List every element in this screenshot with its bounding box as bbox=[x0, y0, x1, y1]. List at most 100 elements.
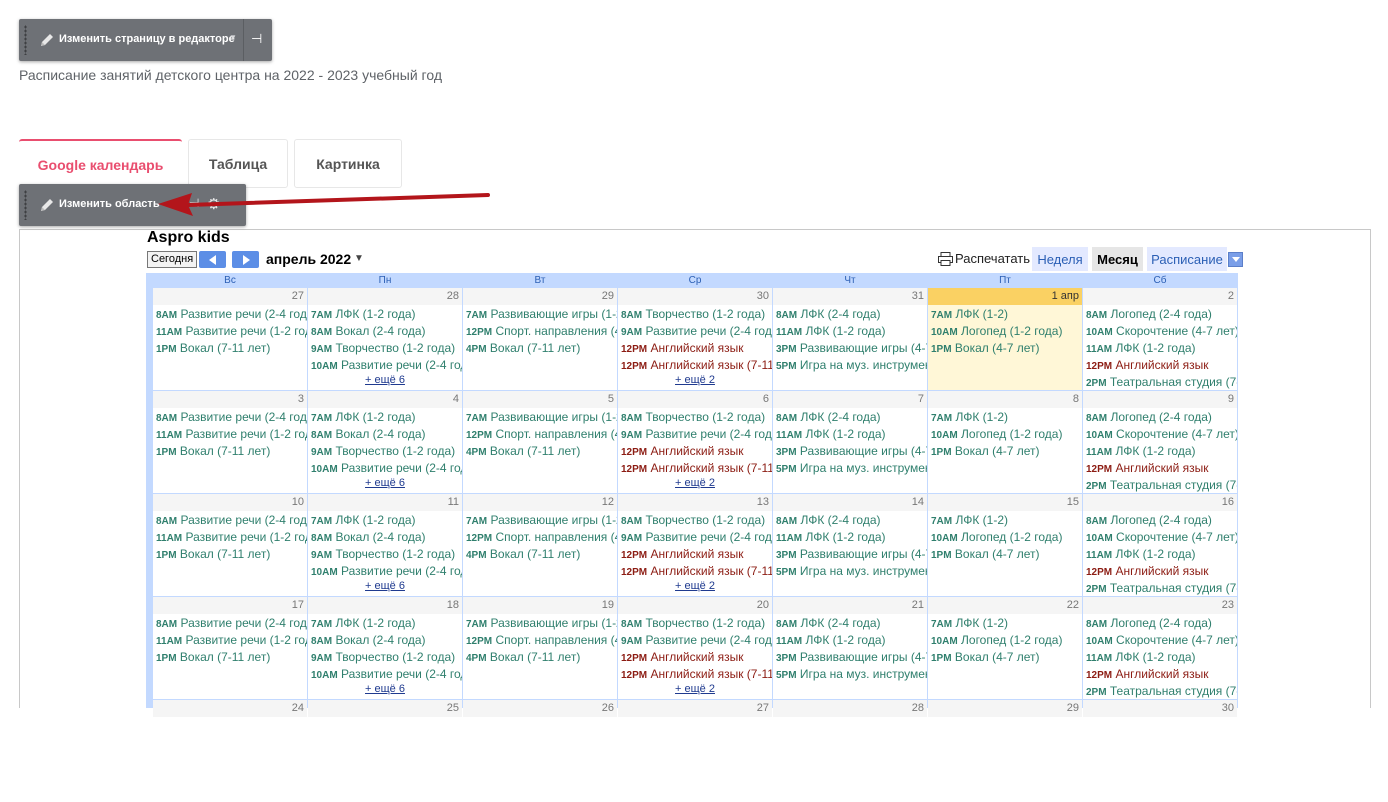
calendar-event[interactable]: 10AM Логопед (1-2 года) bbox=[931, 633, 1062, 647]
calendar-event[interactable]: 8AM Логопед (2-4 года) bbox=[1086, 616, 1212, 630]
calendar-event[interactable]: 7AM ЛФК (1-2) bbox=[931, 307, 1008, 321]
edit-area-label[interactable]: Изменить область bbox=[59, 198, 160, 210]
calendar-event[interactable]: 10AM Скорочтение (4-7 лет) bbox=[1086, 633, 1237, 647]
calendar-event[interactable]: 2PM Театральная студия (7-11 лет) bbox=[1086, 581, 1237, 595]
chevron-down-icon[interactable]: ▼ bbox=[354, 253, 364, 264]
calendar-event[interactable]: 12PM Спорт. направления (4-7 лет) bbox=[466, 324, 617, 338]
calendar-event[interactable]: 8AM Творчество (1-2 года) bbox=[621, 513, 765, 527]
day-cell[interactable]: 29 7AM Развивающие игры (1-2 года) 12PM Сп… bbox=[463, 288, 617, 390]
calendar-event[interactable]: 9AM Творчество (1-2 года) bbox=[311, 341, 455, 355]
calendar-event[interactable]: 7AM Развивающие игры (1-2 года) bbox=[466, 410, 617, 424]
calendar-event[interactable]: 11AM ЛФК (1-2 года) bbox=[776, 324, 886, 338]
calendar-event[interactable]: 8AM ЛФК (2-4 года) bbox=[776, 307, 881, 321]
more-events-link[interactable]: + ещё 6 bbox=[308, 580, 462, 592]
day-cell[interactable]: 26 bbox=[463, 700, 617, 802]
tab-picture[interactable]: Картинка bbox=[294, 139, 402, 188]
day-cell[interactable]: 27 bbox=[618, 700, 772, 802]
calendar-event[interactable]: 12PM Спорт. направления (4-7 лет) bbox=[466, 633, 617, 647]
calendar-event[interactable]: 1PM Вокал (7-11 лет) bbox=[156, 547, 270, 561]
day-cell[interactable]: 28 7AM ЛФК (1-2 года) 8AM Вокал (2-4 года)… bbox=[308, 288, 462, 390]
day-cell[interactable]: 30 8AM Творчество (1-2 года) 9AM Развитие … bbox=[618, 288, 772, 390]
calendar-event[interactable]: 10AM Логопед (1-2 года) bbox=[931, 324, 1062, 338]
calendar-event[interactable]: 8AM Вокал (2-4 года) bbox=[311, 324, 426, 338]
calendar-event[interactable]: 8AM Творчество (1-2 года) bbox=[621, 307, 765, 321]
calendar-event[interactable]: 3PM Развивающие игры (4-7 лет) bbox=[776, 444, 927, 458]
day-cell[interactable]: 30 bbox=[1083, 700, 1237, 802]
day-cell[interactable]: 16 8AM Логопед (2-4 года) 10AM Скорочтение… bbox=[1083, 494, 1237, 596]
calendar-event[interactable]: 1PM Вокал (4-7 лет) bbox=[931, 444, 1040, 458]
calendar-event[interactable]: 8AM Логопед (2-4 года) bbox=[1086, 513, 1212, 527]
prev-month-button[interactable] bbox=[199, 251, 226, 268]
calendar-event[interactable]: 7AM ЛФК (1-2) bbox=[931, 616, 1008, 630]
calendar-event[interactable]: 10AM Развитие речи (2-4 года) bbox=[311, 667, 462, 681]
calendar-event[interactable]: 8AM Творчество (1-2 года) bbox=[621, 616, 765, 630]
calendar-event[interactable]: 11AM ЛФК (1-2 года) bbox=[776, 530, 886, 544]
calendar-event[interactable]: 4PM Вокал (7-11 лет) bbox=[466, 650, 580, 664]
calendar-event[interactable]: 9AM Творчество (1-2 года) bbox=[311, 547, 455, 561]
view-dropdown-button[interactable] bbox=[1228, 252, 1243, 267]
calendar-event[interactable]: 2PM Театральная студия (7-11 лет) bbox=[1086, 375, 1237, 389]
more-events-link[interactable]: + ещё 2 bbox=[618, 683, 772, 695]
calendar-event[interactable]: 11AM ЛФК (1-2 года) bbox=[776, 427, 886, 441]
day-cell[interactable]: 6 8AM Творчество (1-2 года) 9AM Развитие р… bbox=[618, 391, 772, 493]
calendar-event[interactable]: 8AM Логопед (2-4 года) bbox=[1086, 410, 1212, 424]
day-cell[interactable]: 28 bbox=[773, 700, 927, 802]
day-cell[interactable]: 3 8AM Развитие речи (2-4 года) 11AM Развит… bbox=[153, 391, 307, 493]
view-tab-month[interactable]: Месяц bbox=[1092, 247, 1143, 271]
day-cell[interactable]: 10 8AM Развитие речи (2-4 года) 11AM Разви… bbox=[153, 494, 307, 596]
calendar-event[interactable]: 8AM Развитие речи (2-4 года) bbox=[156, 513, 307, 527]
calendar-event[interactable]: 9AM Творчество (1-2 года) bbox=[311, 444, 455, 458]
calendar-event[interactable]: 12PM Английский язык bbox=[1086, 667, 1208, 681]
day-cell[interactable]: 31 8AM ЛФК (2-4 года) 11AM ЛФК (1-2 года) 3… bbox=[773, 288, 927, 390]
calendar-event[interactable]: 8AM Вокал (2-4 года) bbox=[311, 427, 426, 441]
day-cell[interactable]: 11 7AM ЛФК (1-2 года) 8AM Вокал (2-4 года)… bbox=[308, 494, 462, 596]
calendar-event[interactable]: 7AM Развивающие игры (1-2 года) bbox=[466, 513, 617, 527]
calendar-event[interactable]: 11AM ЛФК (1-2 года) bbox=[1086, 547, 1196, 561]
calendar-event[interactable]: 1PM Вокал (7-11 лет) bbox=[156, 444, 270, 458]
calendar-event[interactable]: 10AM Скорочтение (4-7 лет) bbox=[1086, 427, 1237, 441]
day-cell[interactable]: 18 7AM ЛФК (1-2 года) 8AM Вокал (2-4 года)… bbox=[308, 597, 462, 699]
calendar-event[interactable]: 12PM Английский язык bbox=[621, 547, 743, 561]
calendar-event[interactable]: 12PM Английский язык bbox=[1086, 358, 1208, 372]
calendar-event[interactable]: 1PM Вокал (4-7 лет) bbox=[931, 650, 1040, 664]
calendar-event[interactable]: 7AM ЛФК (1-2 года) bbox=[311, 513, 416, 527]
day-cell[interactable]: 15 7AM ЛФК (1-2) 10AM Логопед (1-2 года) 1P… bbox=[928, 494, 1082, 596]
calendar-event[interactable]: 9AM Творчество (1-2 года) bbox=[311, 650, 455, 664]
day-cell[interactable]: 13 8AM Творчество (1-2 года) 9AM Развитие … bbox=[618, 494, 772, 596]
calendar-event[interactable]: 8AM Логопед (2-4 года) bbox=[1086, 307, 1212, 321]
calendar-event[interactable]: 8AM Развитие речи (2-4 года) bbox=[156, 616, 307, 630]
calendar-event[interactable]: 12PM Английский язык (7-11 лет) bbox=[621, 461, 772, 475]
calendar-event[interactable]: 10AM Логопед (1-2 года) bbox=[931, 427, 1062, 441]
calendar-event[interactable]: 3PM Развивающие игры (4-7 лет) bbox=[776, 341, 927, 355]
calendar-event[interactable]: 12PM Английский язык (7-11 лет) bbox=[621, 564, 772, 578]
day-cell[interactable]: 5 7AM Развивающие игры (1-2 года) 12PM Спо… bbox=[463, 391, 617, 493]
calendar-event[interactable]: 12PM Английский язык bbox=[621, 341, 743, 355]
calendar-event[interactable]: 8AM ЛФК (2-4 года) bbox=[776, 410, 881, 424]
calendar-event[interactable]: 8AM Развитие речи (2-4 года) bbox=[156, 410, 307, 424]
day-cell[interactable]: 9 8AM Логопед (2-4 года) 10AM Скорочтение … bbox=[1083, 391, 1237, 493]
calendar-event[interactable]: 7AM Развивающие игры (1-2 года) bbox=[466, 307, 617, 321]
calendar-event[interactable]: 1PM Вокал (4-7 лет) bbox=[931, 547, 1040, 561]
calendar-event[interactable]: 7AM ЛФК (1-2) bbox=[931, 410, 1008, 424]
calendar-event[interactable]: 7AM ЛФК (1-2 года) bbox=[311, 410, 416, 424]
day-cell[interactable]: 27 8AM Развитие речи (2-4 года) 11AM Разви… bbox=[153, 288, 307, 390]
calendar-event[interactable]: 10AM Логопед (1-2 года) bbox=[931, 530, 1062, 544]
calendar-event[interactable]: 10AM Развитие речи (2-4 года) bbox=[311, 358, 462, 372]
more-events-link[interactable]: + ещё 2 bbox=[618, 580, 772, 592]
edit-page-label[interactable]: Изменить страницу в редакторе bbox=[59, 33, 235, 45]
calendar-event[interactable]: 10AM Развитие речи (2-4 года) bbox=[311, 461, 462, 475]
day-cell[interactable]: 23 8AM Логопед (2-4 года) 10AM Скорочтение… bbox=[1083, 597, 1237, 699]
day-cell[interactable]: 4 7AM ЛФК (1-2 года) 8AM Вокал (2-4 года) 9… bbox=[308, 391, 462, 493]
calendar-event[interactable]: 11AM Развитие речи (1-2 года) bbox=[156, 324, 307, 338]
calendar-event[interactable]: 8AM ЛФК (2-4 года) bbox=[776, 513, 881, 527]
day-cell[interactable]: 8 7AM ЛФК (1-2) 10AM Логопед (1-2 года) 1PM… bbox=[928, 391, 1082, 493]
calendar-event[interactable]: 5PM Игра на муз. инструментах bbox=[776, 564, 927, 578]
pin-icon[interactable]: ⊣ bbox=[251, 31, 262, 47]
calendar-event[interactable]: 1PM Вокал (4-7 лет) bbox=[931, 341, 1040, 355]
next-month-button[interactable] bbox=[232, 251, 259, 268]
calendar-event[interactable]: 10AM Скорочтение (4-7 лет) bbox=[1086, 324, 1237, 338]
calendar-event[interactable]: 7AM Развивающие игры (1-2 года) bbox=[466, 616, 617, 630]
calendar-event[interactable]: 3PM Развивающие игры (4-7 лет) bbox=[776, 650, 927, 664]
more-events-link[interactable]: + ещё 2 bbox=[618, 477, 772, 489]
calendar-event[interactable]: 8AM Развитие речи (2-4 года) bbox=[156, 307, 307, 321]
